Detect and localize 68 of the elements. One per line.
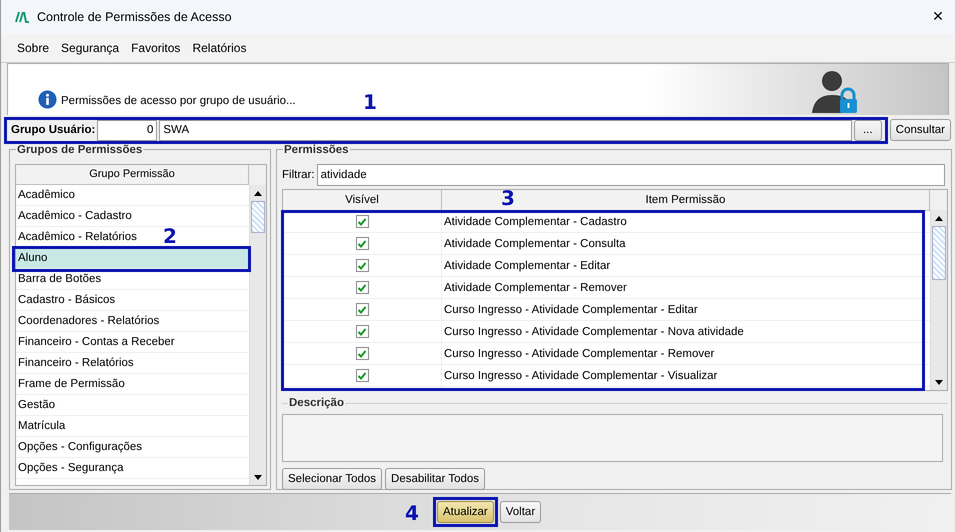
list-item[interactable]: Matrícula bbox=[16, 416, 249, 437]
user-lock-icon bbox=[810, 69, 860, 114]
update-button[interactable]: Atualizar bbox=[437, 501, 494, 523]
window-title: Controle de Permissões de Acesso bbox=[37, 10, 232, 24]
checkbox[interactable] bbox=[356, 237, 368, 250]
list-item[interactable]: Coordenadores - Relatórios bbox=[16, 311, 249, 332]
group-title: Permissões bbox=[283, 144, 350, 156]
action-button[interactable]: Selecionar Todos bbox=[282, 468, 382, 490]
list-item[interactable]: Acadêmico bbox=[16, 185, 249, 206]
name-field[interactable]: SWA bbox=[159, 120, 852, 140]
menu-item[interactable]: Sobre bbox=[11, 41, 56, 55]
filter-label: Filtrar: bbox=[282, 169, 315, 181]
column-header[interactable]: Visível bbox=[283, 190, 442, 210]
table-cell-text: Curso Ingresso - Atividade Complementar - Editar bbox=[443, 302, 699, 318]
list-item[interactable]: Financeiro - Contas a Receber bbox=[16, 332, 249, 353]
menu-item[interactable]: Favoritos bbox=[125, 41, 186, 55]
table-cell-text: Atividade Complementar - Remover bbox=[443, 280, 628, 296]
group-title: Descrição bbox=[288, 397, 345, 409]
table-cell-text: Curso Ingresso - Atividade Complementar - Remover bbox=[443, 346, 716, 362]
list-item[interactable]: Opções - Configurações bbox=[16, 437, 249, 458]
list-item[interactable]: Financeiro - Relatórios bbox=[16, 353, 249, 374]
table-cell-text: Atividade Complementar - Cadastro bbox=[443, 214, 628, 230]
callout-number: 4 bbox=[405, 503, 419, 523]
table-cell-text: Curso Ingresso - Atividade Complementar - Nova atividade bbox=[443, 324, 745, 340]
menu-item[interactable]: Segurança bbox=[55, 41, 126, 55]
table-cell-text: Atividade Complementar - Consulta bbox=[443, 236, 627, 252]
close-button[interactable]: ✕ bbox=[927, 6, 949, 28]
checkbox[interactable] bbox=[356, 281, 368, 294]
scroll-up-icon[interactable] bbox=[935, 216, 943, 220]
back-button[interactable]: Voltar bbox=[500, 501, 542, 523]
scroll-thumb[interactable] bbox=[932, 226, 946, 280]
callout-number: 3 bbox=[501, 188, 515, 208]
checkbox[interactable] bbox=[356, 303, 368, 316]
description-field[interactable] bbox=[282, 414, 943, 462]
list-item[interactable]: Acadêmico - Cadastro bbox=[16, 206, 249, 227]
table-cell-text: Atividade Complementar - Editar bbox=[443, 258, 612, 274]
info-text: Permissões de acesso por grupo de usuário... bbox=[61, 95, 296, 107]
list-item[interactable]: Opções - Segurança bbox=[16, 458, 249, 479]
list-item[interactable]: Cadastro - Básicos bbox=[16, 290, 249, 311]
app-logo-icon bbox=[15, 11, 29, 23]
browse-button[interactable]: ... bbox=[854, 120, 882, 140]
scroll-down-icon[interactable] bbox=[935, 380, 943, 384]
callout-number: 2 bbox=[163, 226, 177, 246]
consultar-button[interactable]: Consultar bbox=[890, 119, 951, 141]
action-button[interactable]: Desabilitar Todos bbox=[385, 468, 486, 490]
scrollbar[interactable] bbox=[930, 210, 947, 390]
scrollbar[interactable] bbox=[249, 185, 266, 485]
scroll-thumb[interactable] bbox=[251, 201, 265, 233]
list-item[interactable]: Barra de Botões bbox=[16, 269, 249, 290]
checkbox[interactable] bbox=[356, 347, 368, 360]
scroll-up-icon[interactable] bbox=[254, 190, 262, 196]
list-item[interactable]: Aluno bbox=[16, 248, 249, 269]
info-icon bbox=[38, 90, 57, 109]
list-item[interactable]: Frame de Permissão bbox=[16, 374, 249, 395]
column-header[interactable]: Grupo Permissão bbox=[16, 165, 249, 185]
menu-item[interactable]: Relatórios bbox=[186, 41, 252, 55]
checkbox[interactable] bbox=[356, 369, 368, 382]
field-label: Grupo Usuário: bbox=[11, 124, 96, 136]
callout-number: 1 bbox=[363, 92, 377, 112]
scroll-down-icon[interactable] bbox=[254, 474, 262, 480]
code-field[interactable]: 0 bbox=[97, 120, 158, 140]
table-cell-text: Curso Ingresso - Atividade Complementar - Visualizar bbox=[443, 368, 718, 384]
group-title: Grupos de Permissões bbox=[16, 144, 144, 156]
checkbox[interactable] bbox=[356, 259, 368, 272]
list-item[interactable]: Gestão bbox=[16, 395, 249, 416]
checkbox[interactable] bbox=[356, 215, 368, 228]
checkbox[interactable] bbox=[356, 325, 368, 338]
filter-field[interactable]: atividade bbox=[316, 164, 945, 186]
